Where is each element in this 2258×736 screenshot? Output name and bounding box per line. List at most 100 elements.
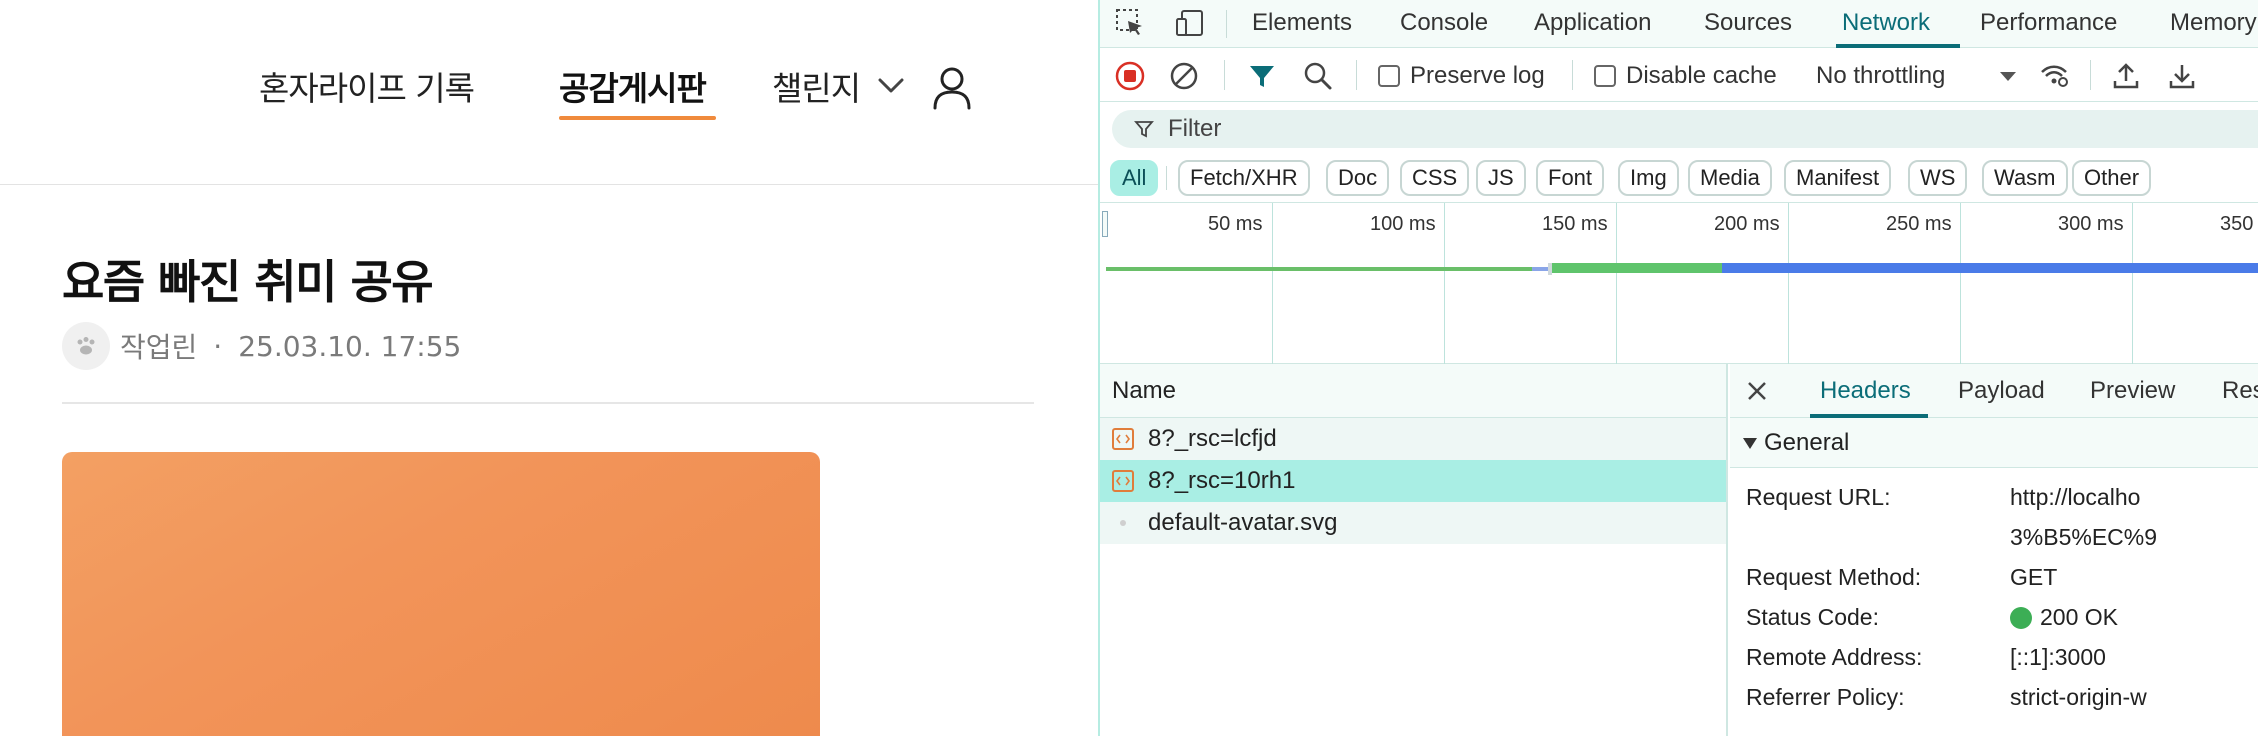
timeline-tick: 100 ms bbox=[1370, 213, 1436, 235]
filter-input[interactable]: Filter bbox=[1112, 110, 2258, 148]
request-name: 8?_rsc=lcfjd bbox=[1148, 425, 1277, 452]
tab-console[interactable]: Console bbox=[1400, 0, 1488, 48]
request-list: Name 8?_rsc=lcfjd 8?_rsc=10rh1 default-a… bbox=[1100, 364, 1728, 736]
tab-response[interactable]: Res bbox=[2222, 364, 2258, 418]
timeline-bar bbox=[1552, 263, 1722, 273]
request-name: 8?_rsc=10rh1 bbox=[1148, 467, 1296, 494]
type-fetch-xhr[interactable]: Fetch/XHR bbox=[1178, 160, 1310, 196]
inspect-element-icon[interactable] bbox=[1114, 7, 1146, 39]
timeline-tick: 250 ms bbox=[1886, 213, 1952, 235]
type-wasm[interactable]: Wasm bbox=[1982, 160, 2068, 196]
preserve-log-checkbox[interactable]: Preserve log bbox=[1378, 62, 1545, 90]
type-doc[interactable]: Doc bbox=[1326, 160, 1390, 196]
filter-placeholder: Filter bbox=[1168, 115, 1222, 142]
tab-sources[interactable]: Sources bbox=[1704, 0, 1792, 48]
network-split-view: Name 8?_rsc=lcfjd 8?_rsc=10rh1 default-a… bbox=[1100, 364, 2258, 736]
avatar bbox=[62, 322, 110, 370]
details-tabbar: Headers Payload Preview Res bbox=[1730, 364, 2258, 418]
caret-down-icon[interactable] bbox=[2000, 72, 2016, 81]
header-row: 3%B5%EC%9 bbox=[1730, 516, 2258, 556]
type-manifest[interactable]: Manifest bbox=[1784, 160, 1892, 196]
type-font[interactable]: Font bbox=[1536, 160, 1605, 196]
timeline-gridline bbox=[1444, 203, 1445, 365]
triangle-down-icon[interactable] bbox=[1742, 436, 1758, 450]
devtools-panel: Elements Console Application Sources Net… bbox=[1098, 0, 2258, 736]
request-row-selected[interactable]: 8?_rsc=10rh1 bbox=[1100, 460, 1726, 502]
type-all[interactable]: All bbox=[1110, 160, 1159, 196]
status-text: 200 OK bbox=[2040, 604, 2118, 630]
network-toolbar: Preserve log Disable cache No throttling bbox=[1100, 48, 2258, 102]
tab-separator bbox=[1226, 10, 1227, 38]
header-row: Status Code: 200 OK bbox=[1730, 596, 2258, 636]
header-row: Request URL: http://localho bbox=[1730, 476, 2258, 516]
filter-row: Filter bbox=[1100, 102, 2258, 154]
nav-record[interactable]: 혼자라이프 기록 bbox=[259, 62, 475, 110]
nav-active-underline bbox=[559, 116, 716, 120]
checkbox-box[interactable] bbox=[1378, 65, 1400, 87]
checkbox-box[interactable] bbox=[1594, 65, 1616, 87]
nav-board[interactable]: 공감게시판 bbox=[559, 62, 707, 110]
post-image bbox=[62, 452, 820, 736]
tab-headers[interactable]: Headers bbox=[1820, 364, 1911, 418]
type-other[interactable]: Other bbox=[2072, 160, 2152, 196]
general-section-header[interactable]: General bbox=[1730, 418, 2258, 468]
device-toolbar-icon[interactable] bbox=[1174, 7, 1206, 39]
disable-cache-checkbox[interactable]: Disable cache bbox=[1594, 62, 1777, 90]
tab-application[interactable]: Application bbox=[1534, 0, 1651, 48]
tab-performance[interactable]: Performance bbox=[1980, 0, 2117, 48]
image-icon bbox=[1112, 512, 1134, 534]
filter-funnel-icon bbox=[1134, 121, 1154, 138]
filter-icon[interactable] bbox=[1246, 60, 1278, 92]
timeline-overview[interactable]: 50 ms 100 ms 150 ms 200 ms 250 ms 300 ms… bbox=[1100, 202, 2258, 365]
column-name-header[interactable]: Name bbox=[1100, 364, 1726, 418]
close-icon[interactable] bbox=[1742, 376, 1772, 406]
paw-icon bbox=[77, 337, 95, 355]
request-row[interactable]: default-avatar.svg bbox=[1100, 502, 1726, 544]
type-media[interactable]: Media bbox=[1688, 160, 1772, 196]
timeline-handle[interactable] bbox=[1102, 211, 1108, 237]
document-icon bbox=[1112, 428, 1134, 450]
preserve-log-label: Preserve log bbox=[1410, 62, 1545, 89]
header-row: Request Method: GET bbox=[1730, 556, 2258, 596]
post-title: 요즘 빠진 취미 공유 bbox=[62, 255, 434, 309]
upload-icon[interactable] bbox=[2110, 60, 2142, 92]
toolbar-separator bbox=[1356, 60, 1357, 90]
download-icon[interactable] bbox=[2166, 60, 2198, 92]
timeline-tick: 150 ms bbox=[1542, 213, 1608, 235]
nav-challenge[interactable]: 챌린지 bbox=[772, 62, 861, 110]
search-icon[interactable] bbox=[1302, 60, 1334, 92]
tab-elements[interactable]: Elements bbox=[1252, 0, 1352, 48]
network-conditions-icon[interactable] bbox=[2038, 60, 2070, 92]
timeline-gridline bbox=[1272, 203, 1273, 365]
post-meta: 작업린 · 25.03.10. 17:55 bbox=[62, 322, 461, 370]
clear-icon[interactable] bbox=[1168, 60, 1200, 92]
type-img[interactable]: Img bbox=[1618, 160, 1679, 196]
throttling-select[interactable]: No throttling bbox=[1816, 62, 1945, 90]
type-css[interactable]: CSS bbox=[1400, 160, 1470, 196]
timeline-gridline bbox=[2132, 203, 2133, 365]
tab-payload[interactable]: Payload bbox=[1958, 364, 2045, 418]
tab-preview[interactable]: Preview bbox=[2090, 364, 2175, 418]
disable-cache-label: Disable cache bbox=[1626, 62, 1777, 89]
header-key: Referrer Policy: bbox=[1746, 684, 1905, 710]
header-key: Request URL: bbox=[1746, 484, 1891, 510]
meta-separator: · bbox=[213, 329, 223, 363]
user-icon[interactable] bbox=[932, 66, 972, 110]
type-ws[interactable]: WS bbox=[1908, 160, 1968, 196]
chevron-down-icon[interactable] bbox=[876, 70, 906, 100]
section-title: General bbox=[1764, 428, 1850, 456]
stop-recording-icon[interactable] bbox=[1114, 60, 1146, 92]
header-key: Request Method: bbox=[1746, 564, 1922, 590]
timeline-gridline bbox=[1616, 203, 1617, 365]
tab-memory[interactable]: Memory bbox=[2170, 0, 2257, 48]
toolbar-separator bbox=[1572, 60, 1573, 90]
header-value: 200 OK bbox=[2010, 604, 2118, 631]
post-date: 25.03.10. 17:55 bbox=[238, 329, 462, 363]
request-row[interactable]: 8?_rsc=lcfjd bbox=[1100, 418, 1726, 460]
header-key: Status Code: bbox=[1746, 604, 1879, 630]
timeline-gridline bbox=[1960, 203, 1961, 365]
request-details: Headers Payload Preview Res General Requ… bbox=[1730, 364, 2258, 736]
type-js[interactable]: JS bbox=[1476, 160, 1526, 196]
timeline-tick: 350 bbox=[2220, 213, 2254, 235]
tab-network[interactable]: Network bbox=[1842, 0, 1930, 48]
